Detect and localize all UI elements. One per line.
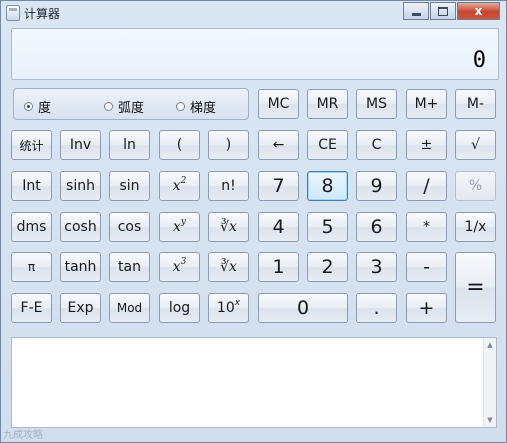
subtract-button[interactable]: -	[406, 252, 447, 282]
digit-7-button[interactable]: 7	[258, 171, 299, 201]
memory-subtract-button[interactable]: M-	[455, 89, 496, 119]
clear-entry-button[interactable]: CE	[307, 130, 348, 160]
power-button[interactable]: xy	[159, 212, 200, 242]
tanh-button[interactable]: tanh	[60, 252, 101, 282]
digit-6-button[interactable]: 6	[356, 212, 397, 242]
radio-dot	[104, 102, 113, 111]
title-bar[interactable]: 计算器 x	[1, 1, 506, 25]
maximize-icon	[438, 6, 448, 16]
equals-button[interactable]: =	[455, 252, 496, 323]
backspace-button[interactable]: ←	[258, 130, 299, 160]
radio-label-gradians: 梯度	[190, 101, 217, 116]
digit-3-button[interactable]: 3	[356, 252, 397, 282]
calculator-app-icon	[6, 5, 20, 21]
sin-button[interactable]: sin	[109, 171, 150, 201]
radio-dot-selected	[24, 102, 33, 111]
digit-9-button[interactable]: 9	[356, 171, 397, 201]
close-paren-button[interactable]: )	[208, 130, 249, 160]
ln-button[interactable]: ln	[109, 130, 150, 160]
open-paren-button[interactable]: (	[159, 130, 200, 160]
modulo-button[interactable]: Mod	[109, 293, 150, 323]
power-base: x	[173, 219, 181, 235]
radio-label-radians: 弧度	[118, 101, 145, 116]
ten-power-button[interactable]: 10 x	[208, 293, 249, 323]
multiply-button[interactable]: *	[406, 212, 447, 242]
nth-root-button[interactable]: ∛x	[208, 212, 249, 242]
factorial-button[interactable]: n!	[208, 171, 249, 201]
tan-button[interactable]: tan	[109, 252, 150, 282]
add-button[interactable]: +	[406, 293, 447, 323]
cos-button[interactable]: cos	[109, 212, 150, 242]
cube-base: x	[172, 259, 181, 275]
square-base: x	[172, 178, 181, 194]
memory-store-button[interactable]: MS	[356, 89, 397, 119]
radio-dot	[176, 102, 185, 111]
log-button[interactable]: log	[159, 293, 200, 323]
digit-1-button[interactable]: 1	[258, 252, 299, 282]
close-button[interactable]: x	[457, 2, 500, 20]
scroll-up-icon[interactable]: ▲	[484, 339, 496, 351]
exp-button[interactable]: Exp	[60, 293, 101, 323]
negate-button[interactable]: ±	[406, 130, 447, 160]
watermark-logo: 九成攻略	[3, 430, 43, 441]
digit-4-button[interactable]: 4	[258, 212, 299, 242]
radio-degrees[interactable]: 度	[24, 97, 51, 116]
window-title: 计算器	[24, 7, 61, 21]
radio-radians[interactable]: 弧度	[104, 97, 144, 116]
dms-button[interactable]: dms	[11, 212, 52, 242]
cube-exponent: 3	[180, 257, 187, 267]
result-display: 0	[11, 28, 499, 80]
history-scrollbar[interactable]: ▲ ▼	[483, 338, 496, 427]
sinh-button[interactable]: sinh	[60, 171, 101, 201]
square-exponent: 2	[180, 176, 187, 186]
cube-root-button[interactable]: ∛x	[208, 252, 249, 282]
digit-0-button[interactable]: 0	[258, 293, 348, 323]
percent-button[interactable]: %	[455, 171, 496, 201]
memory-add-button[interactable]: M+	[406, 89, 447, 119]
scientific-notation-button[interactable]: F-E	[11, 293, 52, 323]
history-panel[interactable]: ▲ ▼	[11, 337, 497, 428]
calculator-window: 计算器 x 0 度 弧度 梯度 MC MR MS M+ M- 统计 Inv ln…	[0, 0, 507, 443]
cosh-button[interactable]: cosh	[60, 212, 101, 242]
ten-power-base: 10	[216, 300, 235, 316]
decimal-button[interactable]: .	[356, 293, 397, 323]
ten-power-exponent: x	[234, 298, 241, 308]
reciprocal-button[interactable]: 1/x	[455, 212, 496, 242]
angle-mode-group: 度 弧度 梯度	[13, 88, 249, 120]
minimize-button[interactable]	[403, 2, 429, 20]
window-controls: x	[403, 2, 500, 20]
close-icon: x	[474, 4, 483, 18]
divide-button[interactable]: /	[406, 171, 447, 201]
statistics-button[interactable]: 统计	[11, 130, 52, 160]
square-root-button[interactable]: √	[455, 130, 496, 160]
cube-button[interactable]: x3	[159, 252, 200, 282]
radio-label-degrees: 度	[38, 101, 52, 116]
memory-clear-button[interactable]: MC	[258, 89, 299, 119]
display-value: 0	[472, 48, 486, 73]
integer-button[interactable]: Int	[11, 171, 52, 201]
digit-2-button[interactable]: 2	[307, 252, 348, 282]
memory-recall-button[interactable]: MR	[307, 89, 348, 119]
clear-button[interactable]: C	[356, 130, 397, 160]
square-button[interactable]: x2	[159, 171, 200, 201]
digit-5-button[interactable]: 5	[307, 212, 348, 242]
digit-8-button[interactable]: 8	[307, 171, 348, 201]
pi-button[interactable]: π	[11, 252, 52, 282]
scroll-down-icon[interactable]: ▼	[484, 414, 496, 426]
backspace-icon: ←	[272, 137, 285, 153]
inverse-button[interactable]: Inv	[60, 130, 101, 160]
maximize-button[interactable]	[430, 2, 456, 20]
power-exponent: y	[180, 217, 186, 227]
radio-gradians[interactable]: 梯度	[176, 97, 216, 116]
minimize-icon	[411, 12, 421, 16]
